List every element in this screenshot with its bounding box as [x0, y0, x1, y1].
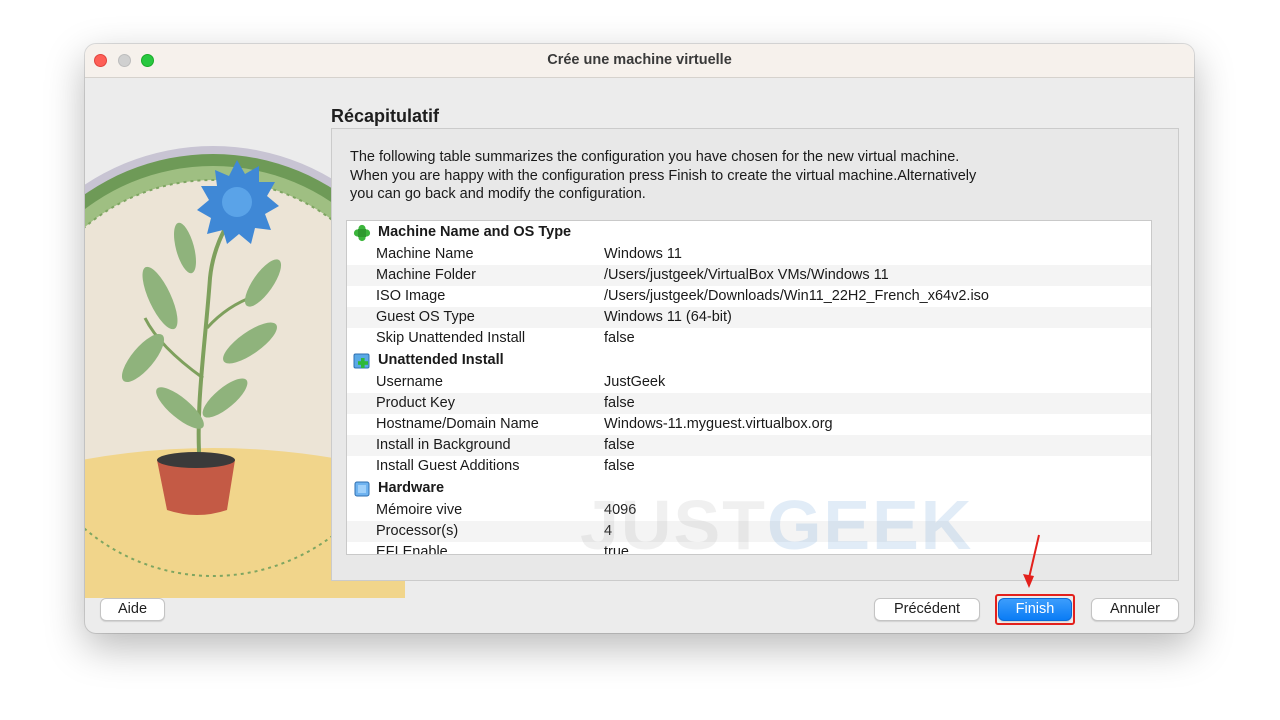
section-title: Hardware: [378, 480, 445, 496]
description-line: When you are happy with the configuratio…: [350, 167, 977, 184]
summary-table[interactable]: Machine Name and OS Type Machine Name Wi…: [346, 220, 1152, 555]
table-row: Skip Unattended Install false: [347, 328, 1151, 349]
row-key: Processor(s): [376, 523, 459, 539]
table-row: Install in Background false: [347, 435, 1151, 456]
row-key: Username: [376, 374, 443, 390]
row-value: /Users/justgeek/VirtualBox VMs/Windows 1…: [604, 267, 889, 283]
row-key: EFI Enable: [376, 544, 448, 555]
row-key: Product Key: [376, 395, 455, 411]
table-row: Machine Folder /Users/justgeek/VirtualBo…: [347, 265, 1151, 286]
row-key: Hostname/Domain Name: [376, 416, 539, 432]
table-row: Username JustGeek: [347, 372, 1151, 393]
summary-description: The following table summarizes the confi…: [350, 148, 1070, 204]
row-key: Skip Unattended Install: [376, 330, 526, 346]
table-row: Install Guest Additions false: [347, 456, 1151, 477]
table-row: ISO Image /Users/justgeek/Downloads/Win1…: [347, 286, 1151, 307]
summary-panel: The following table summarizes the confi…: [331, 128, 1179, 581]
title-bar: Crée une machine virtuelle: [85, 44, 1194, 78]
red-annotation-arrow-icon: [1023, 534, 1040, 588]
row-key: Mémoire vive: [376, 502, 463, 518]
row-key: Guest OS Type: [376, 309, 475, 325]
row-value: false: [604, 330, 635, 346]
green-puzzle-icon: [353, 224, 371, 242]
table-row: Machine Name Windows 11: [347, 244, 1151, 265]
table-row: Hostname/Domain Name Windows-11.myguest.…: [347, 414, 1151, 435]
description-line: you can go back and modify the configura…: [350, 186, 646, 202]
row-value: Windows-11.myguest.virtualbox.org: [604, 416, 833, 432]
help-button[interactable]: Aide: [100, 598, 165, 621]
back-button[interactable]: Précédent: [874, 598, 980, 621]
section-title: Unattended Install: [378, 352, 504, 368]
row-value: JustGeek: [604, 374, 666, 390]
row-key: Install Guest Additions: [376, 458, 520, 474]
window-title: Crée une machine virtuelle: [547, 52, 732, 68]
row-key: Machine Folder: [376, 267, 476, 283]
row-key: Machine Name: [376, 246, 474, 262]
section-title: Machine Name and OS Type: [378, 224, 572, 240]
row-value: false: [604, 395, 635, 411]
table-row: Mémoire vive 4096: [347, 500, 1151, 521]
row-key: Install in Background: [376, 437, 511, 453]
row-value: 4096: [604, 502, 637, 518]
table-row: Guest OS Type Windows 11 (64-bit): [347, 307, 1151, 328]
row-value: true: [604, 544, 629, 555]
row-value: 4: [604, 523, 613, 539]
section-unattended-install: Unattended Install: [347, 349, 1151, 372]
row-value: false: [604, 458, 635, 474]
section-machine-name-os: Machine Name and OS Type: [347, 221, 1151, 244]
description-line: The following table summarizes the confi…: [350, 149, 960, 165]
row-key: ISO Image: [376, 288, 446, 304]
cancel-button[interactable]: Annuler: [1091, 598, 1179, 621]
row-value: Windows 11 (64-bit): [604, 309, 732, 325]
blue-chip-icon: [354, 481, 370, 497]
green-plus-install-icon: [353, 353, 370, 369]
row-value: false: [604, 437, 635, 453]
finish-highlight-box: [995, 594, 1075, 625]
row-value: /Users/justgeek/Downloads/Win11_22H2_Fre…: [604, 288, 989, 304]
table-row: Product Key false: [347, 393, 1151, 414]
row-value: Windows 11: [604, 246, 682, 262]
section-hardware: Hardware: [347, 477, 1151, 500]
page-heading: Récapitulatif: [331, 106, 440, 126]
